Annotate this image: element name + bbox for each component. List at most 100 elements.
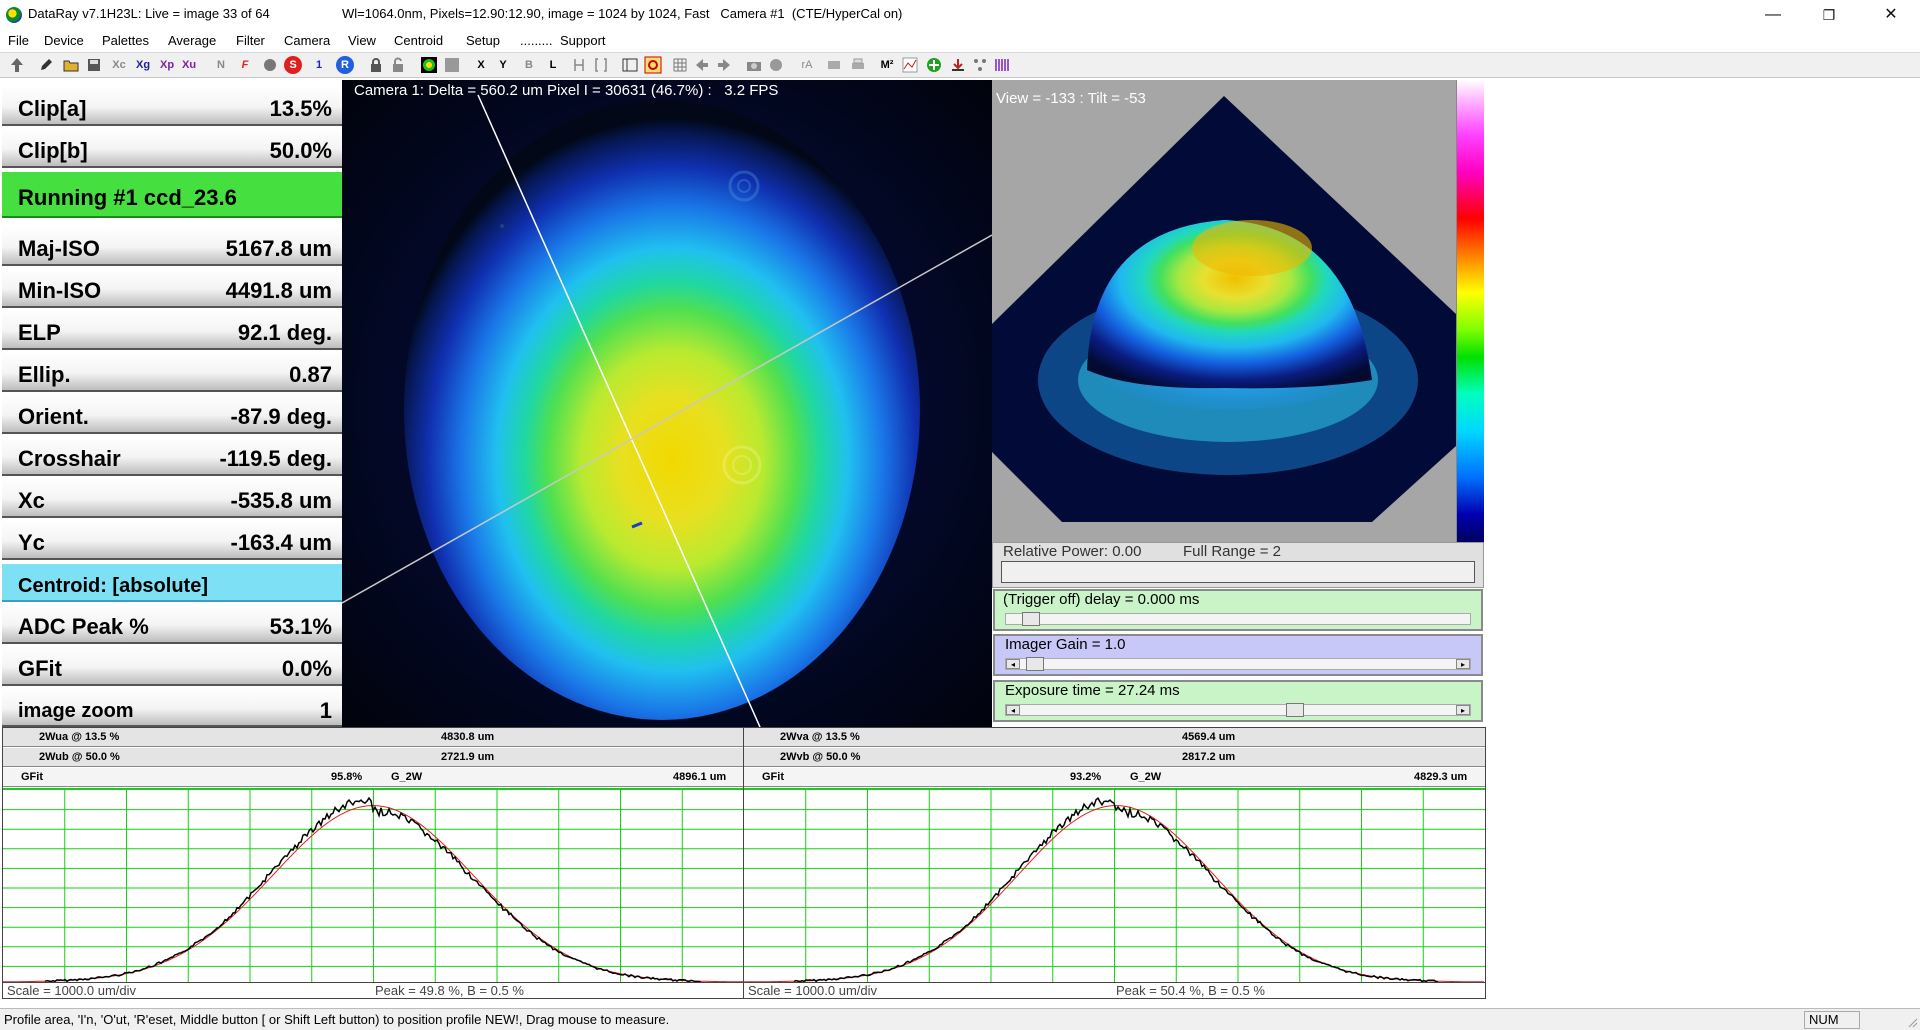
camera-icon[interactable] bbox=[746, 56, 762, 74]
stat-maj-iso[interactable]: Maj-ISO 5167.8 um bbox=[2, 226, 342, 266]
stat-elp[interactable]: ELP 92.1 deg. bbox=[2, 310, 342, 350]
barcode-icon[interactable] bbox=[994, 56, 1010, 74]
unlock-icon[interactable] bbox=[390, 56, 406, 74]
exposure-time-slider[interactable]: ◂ ▸ bbox=[1005, 703, 1471, 717]
trigger-delay-slider[interactable] bbox=[1005, 612, 1471, 626]
single-shot-button[interactable]: 1 bbox=[312, 56, 326, 74]
f-button[interactable]: F bbox=[238, 56, 252, 74]
menu-palettes[interactable]: Palettes bbox=[102, 33, 149, 48]
slider-thumb[interactable] bbox=[1286, 703, 1304, 717]
x-profile-button[interactable]: X bbox=[474, 56, 488, 74]
stat-value: 0.87 bbox=[289, 362, 332, 387]
bracket-icon[interactable] bbox=[594, 56, 608, 74]
window-layout-icon[interactable] bbox=[622, 56, 638, 74]
profile-plot-svg[interactable] bbox=[3, 790, 744, 986]
menu-support[interactable]: Support bbox=[560, 33, 606, 48]
xc-button[interactable]: Xc bbox=[112, 56, 126, 74]
xu-button[interactable]: Xu bbox=[182, 56, 196, 74]
m2-button[interactable]: M² bbox=[880, 56, 894, 74]
stat-label: Orient. bbox=[18, 404, 89, 429]
palette-icon[interactable] bbox=[420, 56, 438, 74]
y-profile-button[interactable]: Y bbox=[496, 56, 510, 74]
stat-xc[interactable]: Xc -535.8 um bbox=[2, 478, 342, 518]
stop-button[interactable]: S bbox=[284, 56, 302, 74]
view-3d[interactable]: View = -133 : Tilt = -53 bbox=[992, 80, 1456, 542]
ra-button[interactable]: rA bbox=[800, 56, 814, 74]
slider-left-arrow-icon[interactable]: ◂ bbox=[1006, 705, 1020, 715]
slider-right-arrow-icon[interactable]: ▸ bbox=[1456, 659, 1470, 669]
close-button[interactable]: ✕ bbox=[1868, 0, 1914, 30]
stat-orient[interactable]: Orient. -87.9 deg. bbox=[2, 394, 342, 434]
menu-dots[interactable]: ......... bbox=[520, 33, 553, 48]
up-arrow-icon[interactable] bbox=[8, 56, 26, 74]
window-title: DataRay v7.1H23L: Live = image 33 of 64 bbox=[28, 6, 270, 21]
zoom-fit-icon[interactable] bbox=[644, 56, 662, 74]
print-icon[interactable] bbox=[850, 56, 866, 74]
l-button[interactable]: L bbox=[546, 56, 560, 74]
stat-yc[interactable]: Yc -163.4 um bbox=[2, 520, 342, 560]
chart-icon[interactable] bbox=[902, 56, 918, 74]
restore-button[interactable]: ❐ bbox=[1806, 0, 1852, 30]
gray-circle-icon[interactable] bbox=[262, 56, 278, 74]
profile-plot-v[interactable] bbox=[744, 788, 1485, 986]
exposure-time-control[interactable]: Exposure time = 27.24 ms ◂ ▸ bbox=[993, 680, 1483, 722]
trigger-delay-control[interactable]: (Trigger off) delay = 0.000 ms bbox=[993, 589, 1483, 631]
running-status[interactable]: Running #1 ccd_23.6 bbox=[2, 172, 342, 218]
menu-file[interactable]: File bbox=[8, 33, 29, 48]
menu-filter[interactable]: Filter bbox=[236, 33, 265, 48]
forward-arrow-icon[interactable] bbox=[716, 56, 732, 74]
menu-device[interactable]: Device bbox=[44, 33, 84, 48]
stat-clip-a[interactable]: Clip[a] 13.5% bbox=[2, 86, 342, 126]
gfit-value: 93.2% bbox=[1070, 771, 1102, 783]
camera-image[interactable]: Camera 1: Delta = 560.2 um Pixel I = 306… bbox=[342, 80, 992, 727]
stat-ellip[interactable]: Ellip. 0.87 bbox=[2, 352, 342, 392]
n-button[interactable]: N bbox=[214, 56, 228, 74]
slider-thumb[interactable] bbox=[1026, 657, 1044, 671]
back-arrow-icon[interactable] bbox=[694, 56, 710, 74]
save-icon[interactable] bbox=[86, 56, 102, 74]
pencil-icon[interactable] bbox=[38, 56, 54, 74]
run-button[interactable]: R bbox=[336, 56, 354, 74]
circle-icon[interactable] bbox=[768, 56, 784, 74]
stat-crosshair[interactable]: Crosshair -119.5 deg. bbox=[2, 436, 342, 476]
slider-thumb[interactable] bbox=[1022, 612, 1040, 626]
xp-button[interactable]: Xp bbox=[160, 56, 174, 74]
stat-gfit[interactable]: GFit 0.0% bbox=[2, 646, 342, 686]
menu-view[interactable]: View bbox=[348, 33, 376, 48]
menu-average[interactable]: Average bbox=[168, 33, 216, 48]
menu-setup[interactable]: Setup bbox=[466, 33, 500, 48]
b-button[interactable]: B bbox=[522, 56, 536, 74]
minimize-button[interactable]: — bbox=[1750, 0, 1796, 30]
open-folder-icon[interactable] bbox=[62, 56, 80, 74]
menu-camera[interactable]: Camera bbox=[284, 33, 330, 48]
green-plus-icon[interactable] bbox=[926, 56, 942, 74]
lock-icon[interactable] bbox=[368, 56, 384, 74]
profile-plot-svg[interactable] bbox=[744, 790, 1485, 986]
stat-adc-peak[interactable]: ADC Peak % 53.1% bbox=[2, 604, 342, 644]
slider-left-arrow-icon[interactable]: ◂ bbox=[1006, 659, 1020, 669]
peak-label: Peak = 49.8 %, B = 0.5 % bbox=[375, 983, 524, 998]
g2w-value: 4829.3 um bbox=[1414, 771, 1468, 783]
stat-value: 53.1% bbox=[269, 614, 332, 639]
stat-clip-b[interactable]: Clip[b] 50.0% bbox=[2, 128, 342, 168]
profile-panel-v[interactable]: 2Wva @ 13.5 % 4569.4 um 2Wvb @ 50.0 % 28… bbox=[743, 727, 1486, 999]
grid-icon[interactable] bbox=[672, 56, 688, 74]
stat-image-zoom[interactable]: image zoom 1 bbox=[2, 688, 342, 727]
beam-3d-surface[interactable] bbox=[992, 80, 1456, 542]
menu-centroid[interactable]: Centroid bbox=[394, 33, 443, 48]
download-icon[interactable] bbox=[950, 56, 966, 74]
stat-min-iso[interactable]: Min-ISO 4491.8 um bbox=[2, 268, 342, 308]
xg-button[interactable]: Xg bbox=[136, 56, 150, 74]
bracket-h-icon[interactable] bbox=[572, 56, 586, 74]
imager-gain-slider[interactable]: ◂ ▸ bbox=[1005, 657, 1471, 671]
profile-plot-u[interactable] bbox=[3, 788, 744, 986]
slider-right-arrow-icon[interactable]: ▸ bbox=[1456, 705, 1470, 715]
beam-profile-image[interactable] bbox=[342, 80, 992, 727]
gray-square-icon[interactable] bbox=[444, 56, 460, 74]
resize-grip-icon[interactable] bbox=[1906, 1016, 1918, 1028]
print-preview-icon[interactable] bbox=[826, 56, 842, 74]
network-icon[interactable] bbox=[972, 56, 988, 74]
imager-gain-control[interactable]: Imager Gain = 1.0 ◂ ▸ bbox=[993, 634, 1483, 676]
profile-panel-u[interactable]: 2Wua @ 13.5 % 4830.8 um 2Wub @ 50.0 % 27… bbox=[2, 727, 745, 999]
centroid-mode[interactable]: Centroid: [absolute] bbox=[2, 564, 342, 602]
